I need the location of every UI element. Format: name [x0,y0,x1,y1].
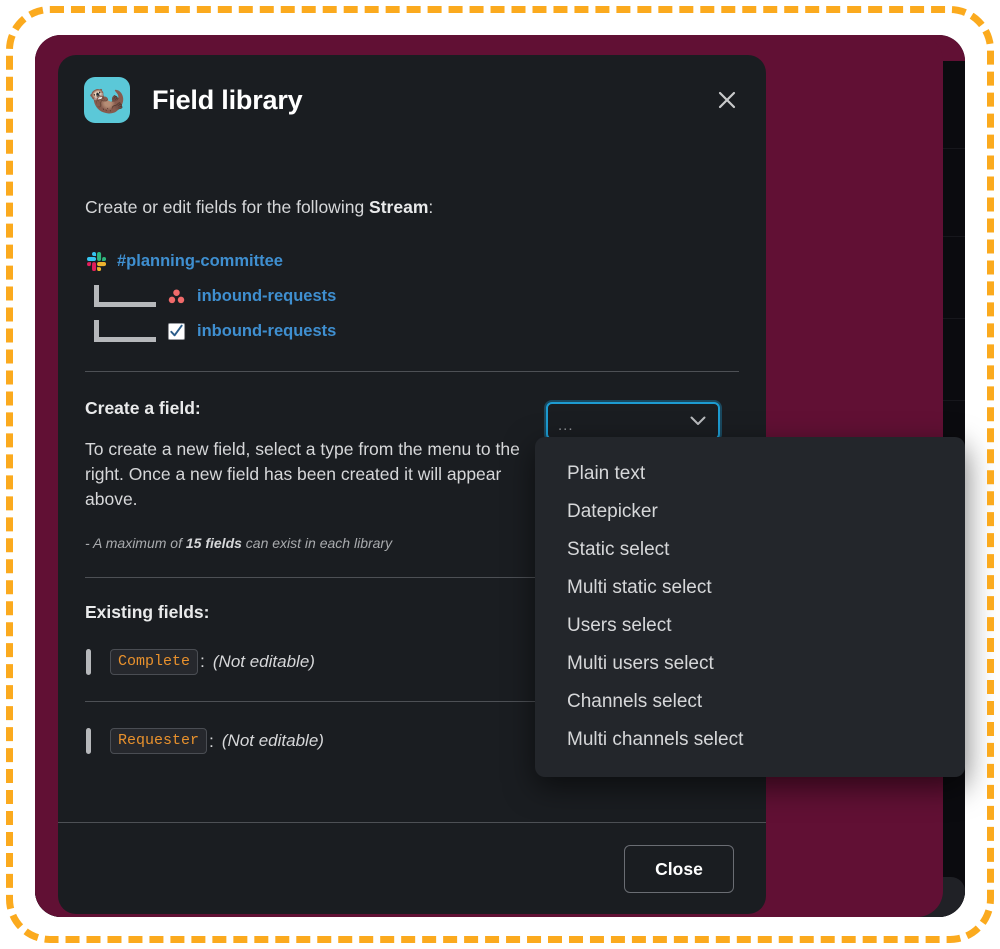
dropdown-option-multi-static-select[interactable]: Multi static select [535,569,965,607]
chevron-down-icon [690,416,706,426]
field-accent-bar [86,648,91,675]
note-bold: 15 fields [185,534,242,551]
tree-label-checklist[interactable]: inbound-requests [197,322,336,341]
intro-prefix: Create or edit fields for the following [85,197,370,217]
intro-suffix: : [428,197,434,217]
note-prefix: - A maximum of [85,534,186,551]
dropdown-option-users-select[interactable]: Users select [535,607,965,645]
tree-row-root: #planning-committee [85,244,766,279]
dropdown-option-datepicker[interactable]: Datepicker [535,493,965,531]
modal-footer: Close [58,822,766,914]
field-type-select[interactable]: ... [546,402,720,440]
tree-label-channel[interactable]: #planning-committee [117,252,283,271]
page-title: Field library [152,84,303,115]
field-state-requester: (Not editable) [221,731,324,750]
note-suffix: can exist in each library [241,534,393,551]
field-state-complete: (Not editable) [212,651,315,671]
slack-icon [85,250,107,272]
stream-tree: #planning-committee inbound-requests inb… [58,220,766,349]
ferret-icon: 🦦 [84,77,130,123]
intro-text: Create or edit fields for the following … [58,147,766,220]
field-name-complete: Complete [110,648,199,675]
field-type-dropdown-menu[interactable]: Plain text Datepicker Static select Mult… [535,437,965,777]
asana-icon [165,285,187,307]
dropdown-option-multi-users-select[interactable]: Multi users select [535,645,965,683]
dropdown-option-plain-text[interactable]: Plain text [535,455,965,493]
intro-bold: Stream [369,197,429,217]
tree-elbow-icon [94,285,156,307]
modal-header: 🦦 Field library [58,55,766,147]
dropdown-option-static-select[interactable]: Static select [535,531,965,569]
field-type-select-value: ... [558,416,574,434]
tree-elbow-icon-2 [94,320,156,342]
dropdown-option-multi-channels-select[interactable]: Multi channels select [535,721,965,759]
field-accent-bar-2 [86,728,91,754]
close-button[interactable]: Close [624,845,734,893]
field-separator-2: : [209,730,214,751]
create-field-paragraph: To create a new field, select a type fro… [85,438,520,510]
tree-row-asana: inbound-requests [85,279,766,314]
field-separator: : [200,651,205,672]
tree-row-checkbox: inbound-requests [85,314,766,349]
field-name-requester: Requester [110,727,208,755]
dropdown-option-channels-select[interactable]: Channels select [535,683,965,721]
checkbox-icon [165,320,187,342]
close-icon[interactable] [710,83,744,117]
field-type-select-trigger[interactable]: ... [546,402,720,440]
screenshot-stage: Ab Pin Sha 🦦 Field library Create or edi… [0,0,1000,949]
tree-label-asana-project[interactable]: inbound-requests [197,287,336,306]
